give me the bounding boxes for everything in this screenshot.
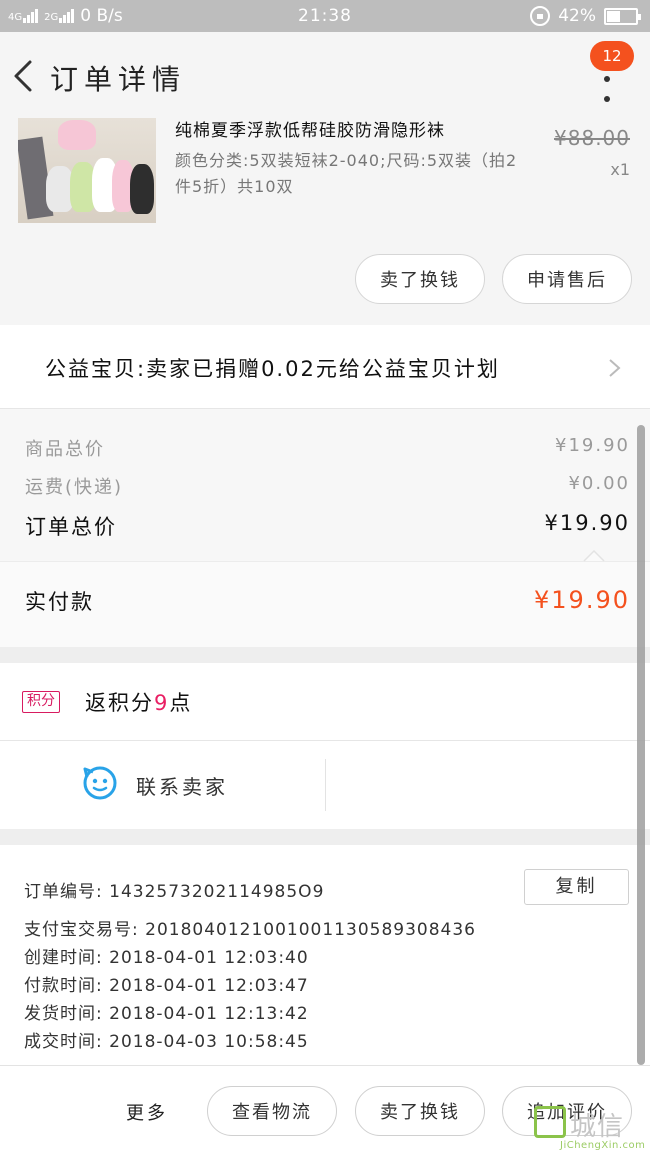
order-info: 订单编号: 1432573202114985O9 复制 支付宝交易号: 2018… [0,845,650,1065]
battery-icon [604,7,641,25]
shipping-row: 运费(快递) ¥0.00 [25,473,630,499]
product-original-price: ¥88.00 [554,126,630,150]
alipay-number: 支付宝交易号: 2018040121001001130589308436 [24,920,476,940]
product-image[interactable] [18,118,156,223]
goods-total-value: ¥19.90 [555,435,630,456]
contact-seller-button[interactable]: 联系卖家 [136,771,228,800]
section-gap [0,647,650,663]
product-quantity: x1 [610,160,630,179]
rotation-lock-icon [530,6,551,26]
nav-header: 订单详情 12 [0,32,650,120]
completed-time: 成交时间: 2018-04-03 10:58:45 [24,1032,309,1052]
shipped-time: 发货时间: 2018-04-01 12:13:42 [24,1004,309,1024]
caret-up-icon [583,549,605,562]
section-gap-2 [0,829,650,845]
page-title: 订单详情 [50,63,187,96]
points-count: 9 [154,691,170,715]
copy-button[interactable]: 复制 [524,869,629,905]
message-count-badge[interactable]: 12 [590,41,634,71]
paid-label: 实付款 [25,590,94,614]
points-tag: 积分 [22,691,60,713]
paid-time: 付款时间: 2018-04-01 12:03:47 [24,976,309,996]
shipping-value: ¥0.00 [568,473,630,494]
goods-total-label: 商品总价 [25,439,105,460]
points-text: 返积分9点 [85,687,192,717]
order-total-label: 订单总价 [25,515,117,539]
order-total-value: ¥19.90 [544,511,630,535]
charity-row[interactable]: 公益宝贝:卖家已捐赠0.02元给公益宝贝计划 [0,325,650,409]
charity-text: 公益宝贝:卖家已捐赠0.02元给公益宝贝计划 [45,357,500,381]
battery-text: 42% [558,6,596,26]
refund-button[interactable]: 卖了换钱 [355,254,485,304]
product-card[interactable]: 纯棉夏季浮款低帮硅胶防滑隐形袜 ¥88.00 颜色分类:5双装短袜2-040;尺… [0,110,650,325]
contact-row: 联系卖家 [0,741,650,829]
site-watermark: 城信 JiChengXin.com [530,1098,648,1153]
product-spec: 颜色分类:5双装短袜2-040;尺码:5双装（拍2件5折）共10双 [175,151,518,196]
order-number: 订单编号: 1432573202114985O9 [24,882,325,902]
contact-divider [325,759,326,811]
after-sale-button[interactable]: 申请售后 [502,254,632,304]
status-right: 42% [530,6,641,26]
scrollbar[interactable] [637,425,645,1065]
paid-row: 实付款 ¥19.90 [0,561,650,647]
sell-button[interactable]: 卖了换钱 [355,1086,485,1136]
watermark-text: 城信 [570,1112,625,1142]
price-summary: 商品总价 ¥19.90 运费(快递) ¥0.00 订单总价 ¥19.90 实付款… [0,409,650,647]
watermark-url: JiChengXin.com [560,1140,646,1151]
order-total-row: 订单总价 ¥19.90 [25,511,630,541]
goods-total-row: 商品总价 ¥19.90 [25,435,630,461]
more-button[interactable]: 更多 [126,1099,168,1125]
shipping-label: 运费(快递) [25,477,124,498]
chevron-right-icon [609,359,621,377]
points-suffix: 点 [169,691,193,715]
watermark-logo-icon [534,1106,566,1138]
status-bar: 4G 2G 0 B/s 21:38 42% [0,0,650,32]
created-time: 创建时间: 2018-04-01 12:03:40 [24,948,309,968]
more-menu-icon[interactable] [601,76,613,102]
points-prefix: 返积分 [85,691,154,715]
paid-value: ¥19.90 [534,586,630,614]
points-row: 积分 返积分9点 [0,663,650,741]
product-name[interactable]: 纯棉夏季浮款低帮硅胶防滑隐形袜 [175,116,520,141]
chat-bubble-icon[interactable] [82,765,118,801]
back-arrow-icon[interactable] [10,56,40,96]
view-logistics-button[interactable]: 查看物流 [207,1086,337,1136]
